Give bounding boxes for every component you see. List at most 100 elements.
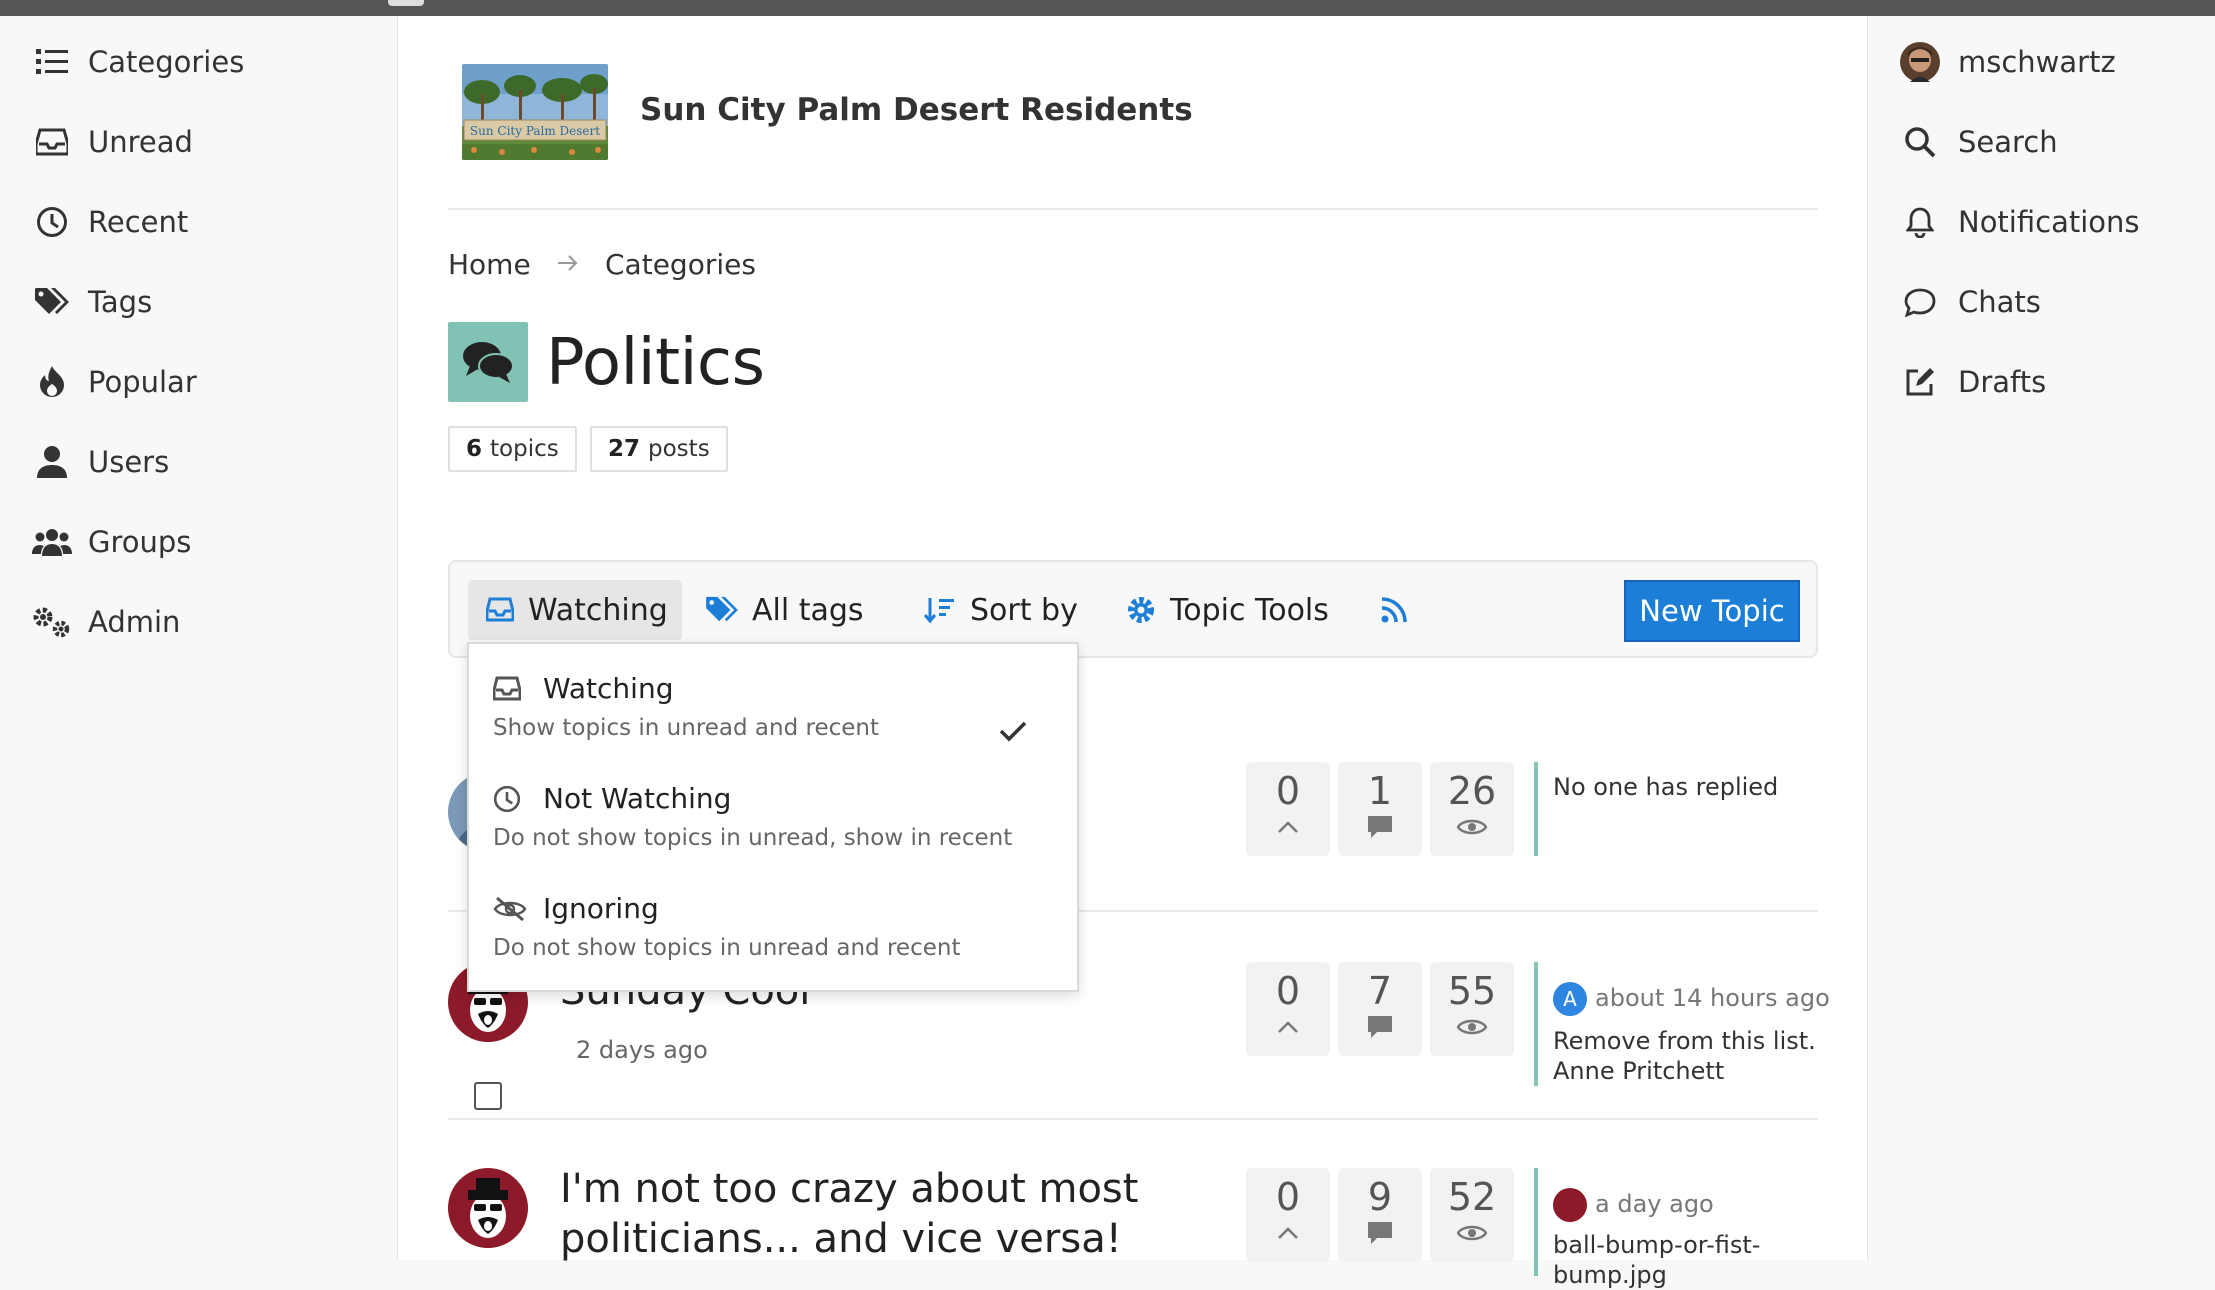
last-activity-header: Aabout 14 hours ago (1553, 982, 1853, 1016)
list-icon (32, 42, 72, 82)
likes-counter: 0 (1246, 762, 1330, 856)
topic-meta: 2 days ago (576, 1036, 708, 1064)
dropdown-option-not-watching[interactable]: Not Watching Do not show topics in unrea… (493, 782, 1053, 851)
sidebar-item-tags[interactable]: Tags (32, 272, 372, 332)
replies-counter: 9 (1338, 1168, 1422, 1262)
sidebar-item-categories[interactable]: Categories (32, 32, 372, 92)
logo-text: Sun City Palm Desert (470, 124, 600, 138)
views-counter: 55 (1430, 962, 1514, 1056)
tags-icon (706, 596, 738, 624)
sidebar-item-search[interactable]: Search (1900, 112, 2058, 172)
rss-button[interactable] (1380, 580, 1422, 640)
chevron-up-icon (1278, 1227, 1298, 1239)
breadcrumb-home[interactable]: Home (448, 248, 531, 281)
eye-slash-icon (493, 896, 529, 922)
sort-by-button[interactable]: Sort by (924, 580, 1078, 640)
sort-icon (924, 596, 956, 624)
check-icon (999, 720, 1027, 746)
chat-icon (1900, 282, 1940, 322)
views-count: 52 (1447, 1175, 1497, 1219)
right-sidebar: mschwartz Search Notifications Chats Dra… (1867, 16, 2215, 1260)
topic-tools-label: Topic Tools (1170, 592, 1329, 628)
sidebar-item-notifications[interactable]: Notifications (1900, 192, 2140, 252)
sidebar-item-label: Groups (88, 525, 192, 559)
sidebar-item-popular[interactable]: Popular (32, 352, 372, 412)
notification-level-label: Watching (528, 592, 668, 628)
activity-bar (1534, 762, 1538, 856)
gear-icon (1126, 595, 1156, 625)
bulk-select-checkbox[interactable] (474, 1082, 502, 1110)
topics-count: 6 (466, 436, 483, 462)
last-activity-text: Remove from this list. Anne Pritchett (1553, 1027, 1816, 1085)
likes-count: 0 (1275, 1175, 1301, 1219)
arrow-right-icon (556, 250, 580, 280)
sidebar-item-users[interactable]: Users (32, 432, 372, 492)
edit-icon (1900, 362, 1940, 402)
topics-count-badge: 6 topics (448, 426, 577, 472)
inbox-icon (486, 597, 514, 623)
dropdown-option-ignoring[interactable]: Ignoring Do not show topics in unread an… (493, 892, 1053, 961)
user-menu[interactable]: mschwartz (1900, 32, 2116, 92)
sidebar-item-label: Unread (88, 125, 193, 159)
posts-count: 27 (608, 436, 641, 462)
sidebar-item-recent[interactable]: Recent (32, 192, 372, 252)
avatar[interactable]: A (1553, 982, 1587, 1016)
comment-icon (1368, 1222, 1392, 1244)
clock-icon (32, 202, 72, 242)
sidebar-item-unread[interactable]: Unread (32, 112, 372, 172)
last-activity-time[interactable]: a day ago (1595, 1190, 1714, 1218)
chevron-up-icon (1278, 1021, 1298, 1033)
topics-label: topics (490, 436, 559, 462)
dropdown-option-desc: Do not show topics in unread, show in re… (493, 825, 1013, 851)
sidebar-item-admin[interactable]: Admin (32, 592, 372, 652)
tags-icon (32, 282, 72, 322)
site-logo[interactable]: Sun City Palm Desert (462, 64, 608, 160)
last-activity-text: ball-bump-or-fist-bump.jpg (1553, 1231, 1761, 1289)
topic-tools-button[interactable]: Topic Tools (1126, 580, 1329, 640)
breadcrumb-categories[interactable]: Categories (605, 248, 756, 281)
window-tab-nub (388, 0, 424, 6)
sidebar-item-drafts[interactable]: Drafts (1900, 352, 2046, 412)
notification-level-dropdown: Watching Show topics in unread and recen… (467, 642, 1079, 992)
comments-icon (463, 342, 514, 383)
dropdown-option-title: Not Watching (543, 782, 732, 815)
tags-filter-button[interactable]: All tags (706, 580, 864, 640)
sidebar-item-chats[interactable]: Chats (1900, 272, 2041, 332)
last-activity-header: a day ago (1553, 1188, 1793, 1222)
inbox-icon (493, 676, 529, 702)
eye-icon (1457, 1225, 1487, 1241)
last-activity-time[interactable]: about 14 hours ago (1595, 984, 1830, 1012)
replies-counter: 7 (1338, 962, 1422, 1056)
new-topic-button[interactable]: New Topic (1624, 580, 1800, 642)
fire-icon (32, 362, 72, 402)
rss-icon (1380, 596, 1408, 624)
users-icon (32, 522, 72, 562)
cogs-icon (32, 602, 72, 642)
chevron-up-icon (1278, 821, 1298, 833)
sidebar-item-label: Admin (88, 605, 181, 639)
likes-counter: 0 (1246, 1168, 1330, 1262)
topic-title-link[interactable]: I'm not too crazy about most politicians… (560, 1164, 1140, 1264)
replies-count: 9 (1367, 1175, 1393, 1219)
replies-count: 7 (1367, 969, 1393, 1013)
avatar[interactable] (448, 1168, 528, 1248)
views-counter: 52 (1430, 1168, 1514, 1262)
comment-icon (1368, 816, 1392, 838)
eye-icon (1457, 819, 1487, 835)
sidebar-item-label: Users (88, 445, 170, 479)
notification-level-button[interactable]: Watching (468, 580, 682, 640)
browser-top-strip (0, 0, 2215, 16)
avatar[interactable] (1553, 1188, 1587, 1222)
avatar (1900, 42, 1940, 82)
sidebar-item-groups[interactable]: Groups (32, 512, 372, 572)
views-count: 26 (1447, 769, 1497, 813)
dropdown-option-watching[interactable]: Watching Show topics in unread and recen… (493, 672, 1053, 742)
sidebar-item-label: Recent (88, 205, 189, 239)
site-title[interactable]: Sun City Palm Desert Residents (640, 92, 1193, 128)
dropdown-option-desc: Do not show topics in unread and recent (493, 935, 961, 961)
user-icon (32, 442, 72, 482)
posts-label: posts (648, 436, 710, 462)
sidebar-item-label: Tags (88, 285, 153, 319)
row-divider (448, 1118, 1818, 1120)
left-sidebar: Categories Unread Recent Tags Popular Us… (0, 16, 398, 1260)
